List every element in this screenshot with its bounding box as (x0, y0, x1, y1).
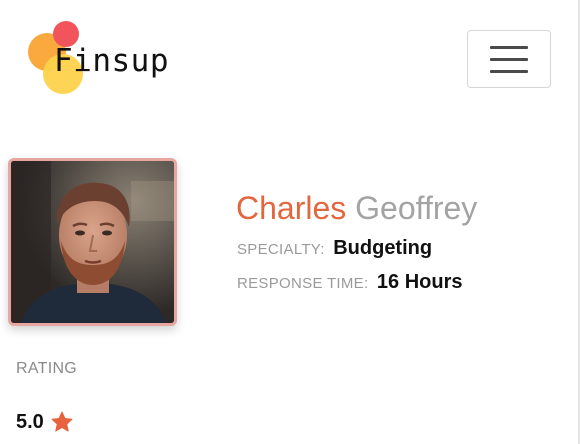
specialty-row: SPECIALTY: Budgeting (237, 237, 432, 260)
response-time-row: RESPONSE TIME: 16 Hours (237, 271, 463, 294)
menu-button[interactable] (467, 30, 551, 88)
rating-value: 5.0 (16, 410, 44, 433)
star-icon (51, 411, 73, 432)
advisor-name: Charles Geoffrey (236, 192, 477, 224)
app-name: Finsup (54, 43, 169, 79)
rating-display: 5.0 (16, 410, 74, 434)
rating-label: RATING (16, 360, 78, 377)
hamburger-icon (490, 45, 528, 73)
advisor-first-name: Charles (236, 190, 347, 226)
avatar-photo (11, 161, 174, 323)
response-time-value: 16 Hours (376, 271, 463, 293)
specialty-value: Budgeting (333, 237, 433, 259)
advisor-last-name: Geoffrey (355, 190, 478, 226)
avatar (8, 158, 177, 326)
app-logo[interactable]: Finsup (26, 20, 226, 100)
specialty-label: SPECIALTY: (237, 241, 325, 258)
response-time-label: RESPONSE TIME: (237, 275, 369, 292)
